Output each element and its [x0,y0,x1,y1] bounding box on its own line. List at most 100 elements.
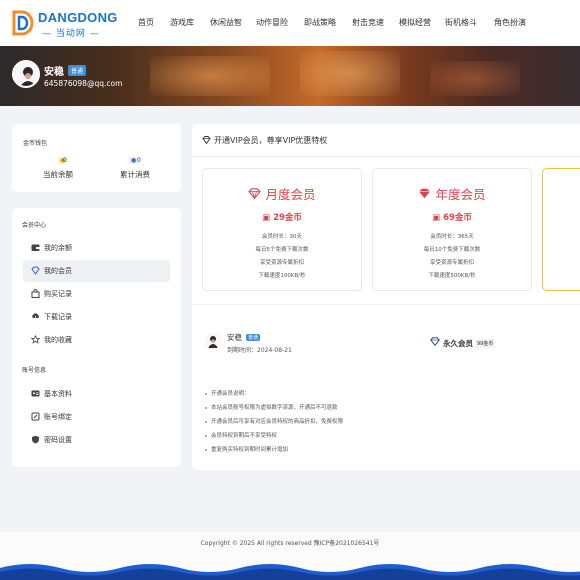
page-title: 开通VIP会员，尊享VIP优惠特权 [202,135,327,146]
id-card-icon [31,389,41,399]
divider [192,156,580,157]
plan-card-lifetime[interactable] [542,168,580,291]
profile-username: 安稳 [44,67,64,78]
nav-item-simulation[interactable]: 模拟经营 [399,17,431,28]
diamond-icon [202,136,211,145]
membership-expire-date: 到期时间：2024-08-21 [227,347,292,354]
plan-feature: 会员时长：30天 [262,234,302,240]
banner-glow [150,56,270,96]
plan-price: ▣ 29金币 [203,211,361,223]
bullet-icon [205,420,207,423]
spent-value: 0 [137,157,141,164]
user-level-badge: 普通 [68,65,87,76]
sidebar-item-my-favorites[interactable]: 我的收藏 [23,329,170,351]
plan-price: ▣ 69金币 [373,211,531,223]
plan-feature: 享受资源专属折扣 [429,260,474,266]
logo-subtitle: — 当动网 — [42,29,100,39]
sidebar-item-label: 基本资料 [44,390,72,398]
banner-glow [300,51,400,96]
spent-label: 累计消费 [120,170,150,179]
bullet-icon [205,434,207,437]
balance-label: 当前余额 [43,170,73,179]
nav-item-arcade[interactable]: 街机格斗 [445,17,477,28]
bullet-icon [205,406,207,409]
top-header: DANGDONG — 当动网 — 首页 游戏库 休闲益智 动作冒险 即战策略 射… [0,0,580,46]
plan-feature: 每日5个免费下载次数 [255,247,309,253]
diamond-icon [31,266,41,276]
page-title-text: 开通VIP会员，尊享VIP优惠特权 [214,136,328,145]
banner-glow [430,61,520,96]
lifetime-member-label: 永久会员 [443,339,473,348]
menu-section-title: 账号信息 [22,367,47,374]
note-line: 开通会员说明： [205,389,250,397]
note-text: 开通会员说明： [211,391,250,397]
note-line: 会员特权到期后不享受特权 [205,431,277,439]
plan-feature: 下载速度100KB/秒 [258,273,306,279]
footer-wave-decoration [0,564,580,580]
profile-banner [0,46,580,106]
sidebar-item-basic-profile[interactable]: 基本资料 [23,383,170,405]
nav-item-home[interactable]: 首页 [138,17,154,28]
nav-item-casual[interactable]: 休闲益智 [210,17,242,28]
plan-feature: 每日10个免费下载次数 [423,247,481,253]
sidebar-item-label: 我的会员 [44,267,72,275]
plan-card-monthly[interactable]: 月度会员 ▣ 29金币 会员时长：30天 每日5个免费下载次数 享受资源专属折扣… [202,168,362,291]
balance-value: 0 [63,157,67,164]
plan-name-text: 年度会员 [435,187,486,202]
shield-icon [31,435,41,445]
plan-name-text: 月度会员 [265,187,316,202]
note-text: 开通会员后可享有对应会员特权的商品折扣，免费权限 [211,419,344,425]
site-logo[interactable]: DANGDONG — 当动网 — [12,8,122,40]
profile-email: 645876098@qq.com [44,79,123,88]
lifetime-member-price: 99金币 [475,339,496,348]
note-line: 本站会员账号权限为虚拟数字资源，开通后不可退款 [205,403,338,411]
sidebar-item-label: 账号绑定 [44,413,72,421]
cloud-download-icon [31,312,41,322]
avatar[interactable] [12,60,40,88]
plan-price-text: 69金币 [443,213,472,223]
nav-item-game-library[interactable]: 游戏库 [170,17,194,28]
bullet-icon [205,392,207,395]
logo-name: DANGDONG [38,10,118,25]
avatar [205,333,221,349]
note-text: 会员特权到期后不享受特权 [211,433,278,439]
diamond-icon [248,188,262,199]
diamond-icon [419,188,431,199]
user-level-badge: 普通 [246,334,261,341]
sidebar-item-purchase-records[interactable]: 购买记录 [23,283,170,305]
nav-item-strategy[interactable]: 即战策略 [304,17,336,28]
plan-name: 月度会员 [203,184,361,203]
link-icon [31,412,41,422]
diamond-icon [430,337,440,346]
sidebar-item-label: 我的收藏 [44,336,72,344]
member-username: 安稳 [227,333,242,342]
sidebar-item-password-settings[interactable]: 密码设置 [23,429,170,451]
bullet-icon [205,448,207,451]
vip-main-panel: 开通VIP会员，尊享VIP优惠特权 月度会员 ▣ 29金币 会员时长：30天 每… [192,124,580,470]
sidebar-item-account-binding[interactable]: 账号绑定 [23,406,170,428]
avatar-image [205,333,221,349]
nav-item-action[interactable]: 动作冒险 [256,17,288,28]
note-text: 本站会员账号权限为虚拟数字资源，开通后不可退款 [211,405,338,411]
divider [192,304,580,305]
note-line: 开通会员后可享有对应会员特权的商品折扣，免费权限 [205,417,343,425]
plan-card-yearly[interactable]: 年度会员 ▣ 69金币 会员时长：365天 每日10个免费下载次数 享受资源专属… [372,168,532,291]
plan-feature: 享受资源专属折扣 [259,260,304,266]
sidebar-item-label: 我的余额 [44,244,72,252]
nav-item-rpg[interactable]: 角色扮演 [494,17,526,28]
wallet-title: 金币钱包 [23,140,48,147]
sidebar-item-my-membership[interactable]: 我的会员 [23,260,170,282]
footer-copyright: Copyright © 2025 All rights reserved 豫IC… [200,540,380,547]
member-menu-card: 会员中心 我的余额 我的会员 购买记录 下载记录 我的收藏 账号信息 基本资料 … [12,208,181,467]
star-icon [30,334,41,345]
plan-price-text: 29金币 [273,213,302,223]
coin-wallet-card: 金币钱包 ● 0 当前余额 ● 0 累计消费 [12,124,181,192]
nav-item-shooting[interactable]: 射击竞速 [352,17,384,28]
note-line: 重复购买特权到期时间累计增加 [205,445,288,453]
wallet-icon [31,243,41,253]
note-text: 重复购买特权到期时间累计增加 [211,447,289,453]
coins-icon: ▣ [262,213,274,223]
sidebar-item-label: 密码设置 [44,436,72,444]
sidebar-item-my-balance[interactable]: 我的余额 [23,237,170,259]
sidebar-item-download-records[interactable]: 下载记录 [23,306,170,328]
